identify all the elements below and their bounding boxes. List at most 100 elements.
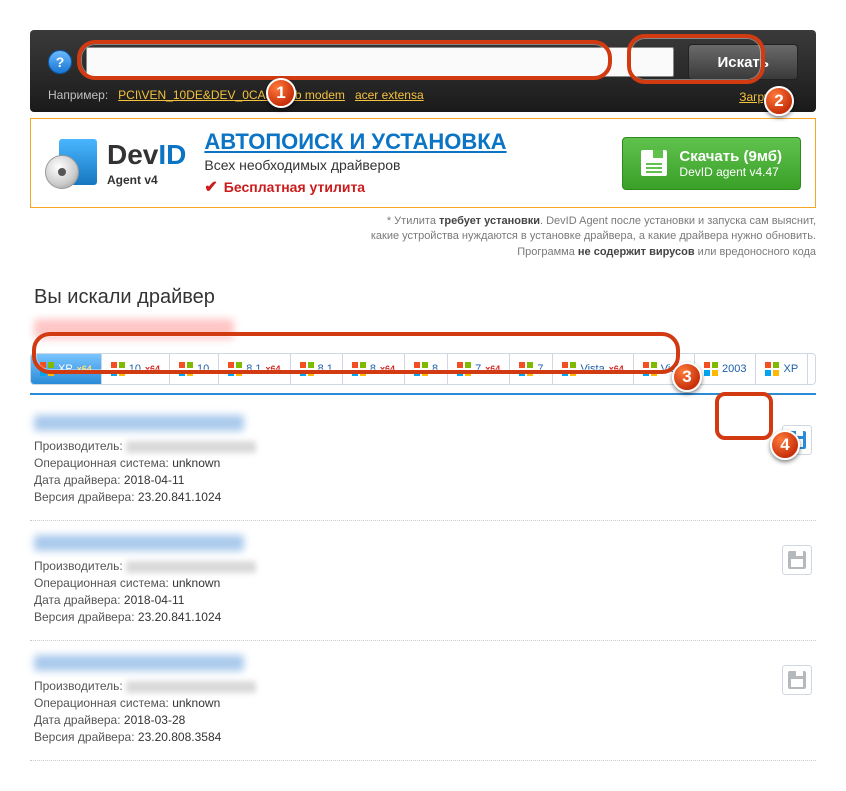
disc-icon <box>45 137 97 189</box>
save-driver-button[interactable] <box>782 545 812 575</box>
promo-title-link[interactable]: АВТОПОИСК И УСТАНОВКА <box>204 129 506 155</box>
x64-badge: x64 <box>145 364 160 374</box>
os-tab-label: 7 <box>475 363 481 375</box>
x64-badge: x64 <box>485 364 500 374</box>
os-tab-label: XP <box>783 363 798 375</box>
date-value: 2018-03-28 <box>124 713 185 727</box>
windows-icon <box>765 362 779 376</box>
windows-icon <box>300 362 314 376</box>
save-big-icon <box>641 150 667 176</box>
manufacturer-value-redacted <box>126 441 256 453</box>
windows-icon <box>704 362 718 376</box>
os-value: unknown <box>172 456 220 470</box>
os-label: Операционная система: <box>34 576 169 590</box>
x64-badge: x64 <box>266 364 281 374</box>
agent-promo: DevID Agent v4 АВТОПОИСК И УСТАНОВКА Все… <box>30 118 816 208</box>
os-tab-XP[interactable]: XP <box>756 354 808 384</box>
date-label: Дата драйвера: <box>34 713 121 727</box>
save-driver-button[interactable] <box>782 665 812 695</box>
date-value: 2018-04-11 <box>124 593 185 607</box>
driver-row: Производитель: Операционная система: unk… <box>30 401 816 521</box>
manufacturer-label: Производитель: <box>34 679 123 693</box>
date-value: 2018-04-11 <box>124 473 185 487</box>
os-tab-10[interactable]: 10 <box>170 354 219 384</box>
promo-logo: DevID Agent v4 <box>45 137 186 189</box>
windows-icon <box>414 362 428 376</box>
search-input[interactable] <box>86 47 674 77</box>
os-value: unknown <box>172 576 220 590</box>
x64-badge: x64 <box>609 364 624 374</box>
brand-part2: ID <box>158 139 186 170</box>
manufacturer-value-redacted <box>126 561 256 573</box>
callout-1: 1 <box>266 78 296 108</box>
promo-subtitle: Всех необходимых драйверов <box>204 157 604 173</box>
os-tab-7[interactable]: 7 <box>510 354 553 384</box>
windows-icon <box>352 362 366 376</box>
windows-icon <box>519 362 533 376</box>
windows-icon <box>643 362 657 376</box>
os-tab-label: 8.1 <box>318 363 333 375</box>
promo-note: * Утилита требует установки. DevID Agent… <box>30 214 816 260</box>
version-label: Версия драйвера: <box>34 730 135 744</box>
os-tab-8-1-x64[interactable]: 8.1 x64 <box>219 354 290 384</box>
driver-list: Производитель: Операционная система: unk… <box>30 401 816 761</box>
examples-row: Например: PCI\VEN_10DE&DEV_0CA3 usb mode… <box>48 88 798 102</box>
os-tab-label: 8.1 <box>246 363 261 375</box>
driver-name-redacted <box>34 655 244 671</box>
os-tab-XP-x64[interactable]: XP x64 <box>31 354 102 384</box>
search-button[interactable]: Искать <box>688 44 798 80</box>
os-tab-10-x64[interactable]: 10 x64 <box>102 354 170 384</box>
windows-icon <box>111 362 125 376</box>
os-tab-8[interactable]: 8 <box>405 354 448 384</box>
os-tab-label: 2003 <box>722 363 746 375</box>
example-link-3[interactable]: acer extensa <box>355 88 424 102</box>
windows-icon <box>228 362 242 376</box>
windows-icon <box>562 362 576 376</box>
os-value: unknown <box>172 696 220 710</box>
download-agent-title: Скачать (9мб) <box>679 148 782 165</box>
driver-name-redacted <box>34 415 244 431</box>
os-label: Операционная система: <box>34 456 169 470</box>
manufacturer-value-redacted <box>126 681 256 693</box>
tabs-underline <box>30 393 816 395</box>
version-label: Версия драйвера: <box>34 490 135 504</box>
os-tab-label: Vista <box>580 363 604 375</box>
os-tab-Vista-x64[interactable]: Vista x64 <box>553 354 633 384</box>
os-tab-8-x64[interactable]: 8x64 <box>343 354 405 384</box>
os-tab-2000[interactable]: 2000 <box>808 354 816 384</box>
version-label: Версия драйвера: <box>34 610 135 624</box>
os-tab-label: 10 <box>129 363 141 375</box>
callout-3: 3 <box>672 362 702 392</box>
os-tab-8-1[interactable]: 8.1 <box>291 354 343 384</box>
os-tab-7-x64[interactable]: 7 x64 <box>448 354 510 384</box>
windows-icon <box>179 362 193 376</box>
os-tab-label: 7 <box>537 363 543 375</box>
version-value: 23.20.841.1024 <box>138 610 221 624</box>
x64-badge: x64 <box>380 364 395 374</box>
os-tab-2003[interactable]: 2003 <box>695 354 756 384</box>
brand-part1: Dev <box>107 139 158 170</box>
date-label: Дата драйвера: <box>34 593 121 607</box>
manufacturer-label: Производитель: <box>34 439 123 453</box>
os-tab-label: 10 <box>197 363 209 375</box>
floppy-icon <box>788 671 806 689</box>
os-label: Операционная система: <box>34 696 169 710</box>
callout-4: 4 <box>770 430 800 460</box>
x64-badge: x64 <box>77 364 92 374</box>
promo-free-line: ✔Бесплатная утилита <box>204 177 604 197</box>
os-tab-label: 8 <box>432 363 438 375</box>
callout-2: 2 <box>764 86 794 116</box>
help-icon[interactable]: ? <box>48 50 72 74</box>
examples-label: Например: <box>48 88 108 102</box>
os-tab-label: XP <box>58 363 73 375</box>
floppy-icon <box>788 551 806 569</box>
windows-icon <box>457 362 471 376</box>
driver-row: Производитель: Операционная система: unk… <box>30 521 816 641</box>
top-search-bar: ? Искать Например: PCI\VEN_10DE&DEV_0CA3… <box>30 30 816 112</box>
version-value: 23.20.808.3584 <box>138 730 221 744</box>
manufacturer-label: Производитель: <box>34 559 123 573</box>
driver-name-redacted <box>34 535 244 551</box>
example-link-1[interactable]: PCI\VEN_10DE&DEV_0CA3 <box>118 88 272 102</box>
download-agent-version: DevID agent v4.47 <box>679 165 782 179</box>
download-agent-button[interactable]: Скачать (9мб) DevID agent v4.47 <box>622 137 801 190</box>
